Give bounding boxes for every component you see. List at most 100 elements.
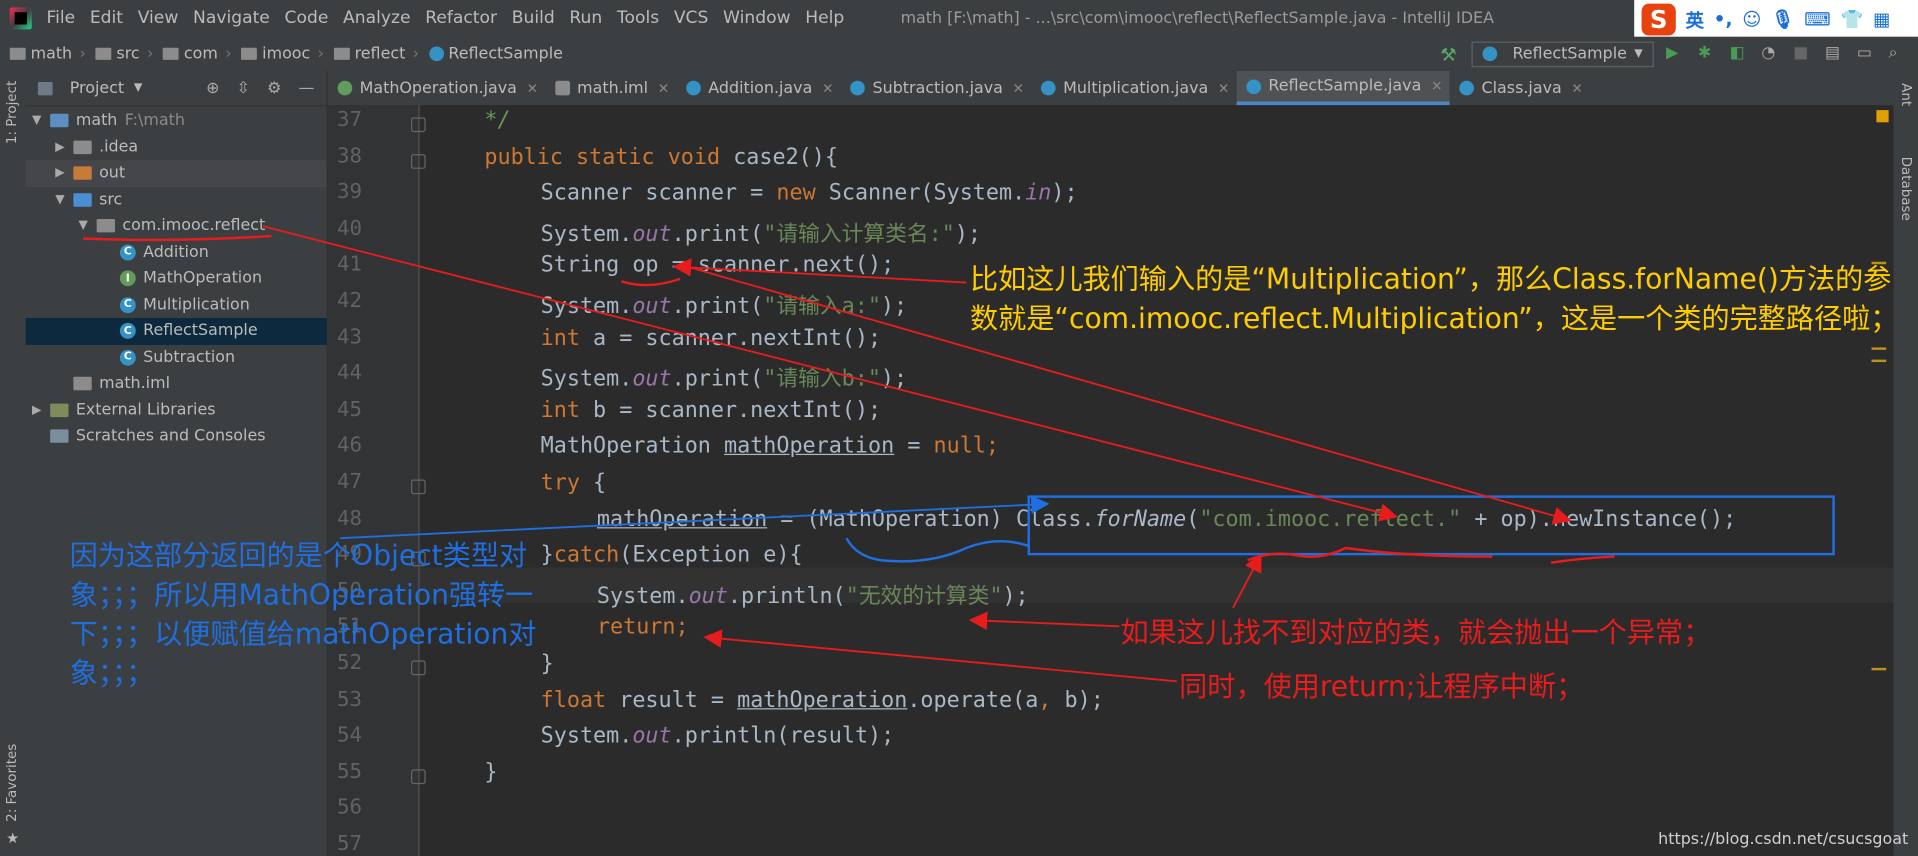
database-tool-tab[interactable]: Database — [1898, 157, 1914, 221]
code-line[interactable]: public static void case2(){ — [484, 144, 838, 170]
favorites-tool-tab[interactable]: 2: Favorites — [4, 744, 20, 822]
expand-arrow-icon[interactable]: ▼ — [54, 193, 66, 206]
code-line[interactable]: System.out.print("请输入计算类名:"); — [541, 216, 981, 248]
breadcrumb-item[interactable]: math › — [0, 45, 86, 63]
expand-arrow-icon[interactable]: ▼ — [31, 114, 43, 127]
breadcrumb-item[interactable]: reflect › — [324, 45, 419, 63]
project-tool-tab[interactable]: 1: Project — [4, 81, 20, 144]
collapse-arrow-icon[interactable]: ▶ — [31, 403, 43, 416]
ant-tool-tab[interactable]: Ant — [1898, 83, 1914, 106]
tree-item[interactable]: ▶ out — [25, 160, 327, 187]
menu-build[interactable]: Build — [504, 9, 562, 29]
tree-item[interactable]: C ReflectSample — [25, 318, 327, 345]
close-icon[interactable]: ✕ — [1572, 80, 1583, 96]
code-line[interactable]: return; — [597, 615, 689, 641]
code-line[interactable]: int b = scanner.nextInt(); — [541, 397, 881, 423]
hide-icon[interactable]: — — [298, 79, 314, 97]
tab-mathoperation-java[interactable]: MathOperation.java ✕ — [328, 71, 546, 105]
menu-analyze[interactable]: Analyze — [336, 9, 418, 29]
chevron-down-icon[interactable]: ▼ — [134, 82, 142, 94]
close-icon[interactable]: ✕ — [658, 80, 669, 96]
fold-marker-icon[interactable] — [410, 479, 426, 495]
debug-icon[interactable]: ✱ — [1698, 44, 1718, 64]
tree-item[interactable]: ▼ com.imooc.reflect — [26, 213, 327, 239]
skin-icon[interactable]: 👕 — [1841, 9, 1864, 31]
collapse-arrow-icon[interactable]: ▶ — [54, 167, 66, 180]
close-icon[interactable]: ✕ — [1013, 80, 1024, 96]
code-line[interactable]: } — [484, 759, 497, 785]
locate-icon[interactable]: ⊕ — [206, 79, 219, 97]
gear-icon[interactable]: ⚙ — [267, 79, 281, 97]
tree-item[interactable]: ▼ src — [26, 187, 327, 213]
ime-toolbar[interactable]: S 英 •, ☺ 🎙 ⌨ 👕 ▦ — [1634, 0, 1918, 40]
emoji-icon[interactable]: ☺ — [1742, 9, 1761, 31]
layout-icon[interactable]: ▭ — [1857, 44, 1877, 64]
code-line[interactable]: try { — [541, 470, 606, 496]
tree-item[interactable]: ▶ External Libraries — [26, 397, 327, 423]
close-icon[interactable]: ✕ — [822, 80, 833, 96]
code-line[interactable]: System.out.print("请输入b:"); — [541, 361, 907, 393]
code-line[interactable]: System.out.println(result); — [541, 723, 895, 749]
project-view-selector[interactable]: Project — [70, 79, 124, 97]
microphone-icon[interactable]: 🎙 — [1771, 9, 1794, 31]
tree-item[interactable]: C Multiplication — [26, 292, 327, 318]
build-hammer-icon[interactable]: ⚒ — [1440, 44, 1460, 66]
code-line[interactable]: */ — [484, 108, 510, 134]
tree-item[interactable]: Scratches and Consoles — [26, 423, 327, 449]
menu-tools[interactable]: Tools — [610, 9, 667, 29]
menu-vcs[interactable]: VCS — [666, 9, 715, 29]
breadcrumb-item[interactable]: src › — [86, 45, 153, 63]
menu-code[interactable]: Code — [277, 9, 336, 29]
ime-language-toggle[interactable]: 英 — [1686, 7, 1704, 33]
code-editor[interactable]: 37 38 39 40 41 42 43 44 45 46 47 48 49 50 51 52 53 54 55 56… — [327, 105, 1894, 856]
star-icon[interactable]: ★ — [6, 829, 19, 846]
code-line[interactable]: MathOperation mathOperation = null; — [541, 433, 999, 459]
run-configuration-select[interactable]: ReflectSample ▼ — [1472, 40, 1654, 67]
menu-run[interactable]: Run — [562, 9, 610, 29]
menu-window[interactable]: Window — [716, 9, 798, 29]
fold-marker-icon[interactable] — [410, 769, 426, 784]
close-icon[interactable]: ✕ — [527, 80, 538, 96]
breadcrumb-item[interactable]: imooc › — [232, 45, 324, 63]
collapse-arrow-icon[interactable]: ▶ — [54, 140, 66, 153]
tab-math-iml[interactable]: math.iml ✕ — [545, 71, 676, 105]
fold-marker-icon[interactable] — [410, 117, 426, 133]
punctuation-icon[interactable]: •, — [1714, 9, 1733, 31]
collapse-icon[interactable]: ⇳ — [237, 79, 250, 97]
sogou-ime-icon[interactable]: S — [1641, 3, 1676, 36]
tab-multiplication-java[interactable]: Multiplication.java ✕ — [1031, 71, 1236, 105]
fold-marker-icon[interactable] — [410, 153, 426, 169]
code-line[interactable]: System.out.println("无效的计算类"); — [597, 578, 1029, 610]
code-line[interactable]: }catch(Exception e){ — [541, 542, 803, 568]
menu-help[interactable]: Help — [798, 9, 852, 29]
tree-item[interactable]: C Addition — [26, 239, 327, 265]
tab-reflectsample-java[interactable]: ReflectSample.java ✕ — [1236, 70, 1450, 106]
keyboard-icon[interactable]: ⌨ — [1804, 9, 1830, 31]
coverage-icon[interactable]: ◧ — [1730, 44, 1750, 64]
tab-class-java[interactable]: Class.java ✕ — [1450, 71, 1590, 105]
menu-navigate[interactable]: Navigate — [186, 9, 277, 29]
menu-view[interactable]: View — [130, 9, 185, 29]
tab-addition-java[interactable]: Addition.java ✕ — [676, 71, 840, 105]
search-icon[interactable]: ⌕ — [1889, 44, 1909, 64]
close-icon[interactable]: ✕ — [1218, 80, 1229, 96]
code-line[interactable]: int a = scanner.nextInt(); — [541, 325, 881, 351]
code-line[interactable]: System.out.print("请输入a:"); — [541, 289, 907, 321]
tree-item[interactable]: ▶ .idea — [26, 134, 327, 160]
tree-item[interactable]: I MathOperation — [26, 265, 327, 291]
tree-item[interactable]: math.iml — [26, 371, 327, 397]
run-icon[interactable]: ▶ — [1666, 44, 1686, 64]
menu-edit[interactable]: Edit — [82, 9, 130, 29]
toolbox-icon[interactable]: ▦ — [1873, 9, 1890, 31]
close-icon[interactable]: ✕ — [1431, 78, 1442, 94]
menu-refactor[interactable]: Refactor — [418, 9, 505, 29]
code-line[interactable]: Scanner scanner = new Scanner(System.in)… — [541, 180, 1078, 206]
breadcrumb-item[interactable]: ReflectSample — [419, 45, 563, 63]
profile-icon[interactable]: ◔ — [1761, 44, 1781, 64]
tree-item[interactable]: C Subtraction — [26, 344, 327, 370]
tab-subtraction-java[interactable]: Subtraction.java ✕ — [841, 71, 1032, 105]
project-structure-icon[interactable]: ▤ — [1825, 44, 1845, 64]
breadcrumb-item[interactable]: com › — [153, 45, 232, 63]
tree-item[interactable]: ▼ math F:\math — [26, 108, 327, 134]
expand-arrow-icon[interactable]: ▼ — [77, 219, 89, 232]
